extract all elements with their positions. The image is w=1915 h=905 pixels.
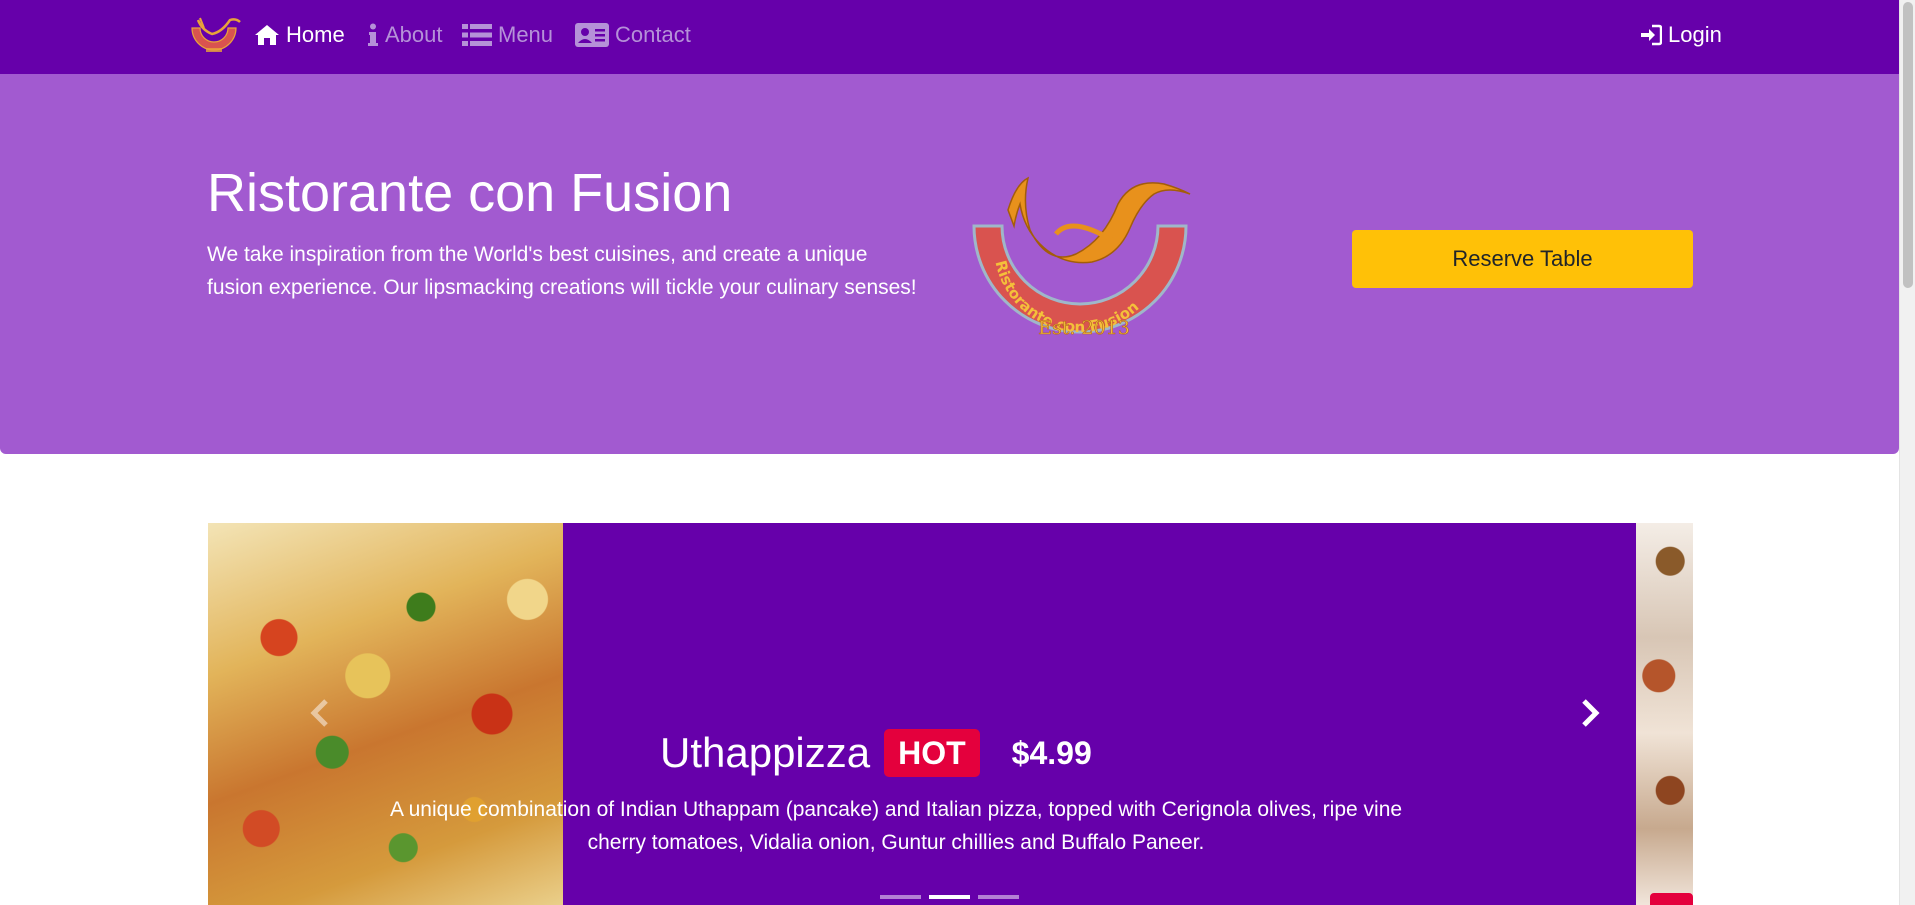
- nav-about-label: About: [385, 22, 443, 47]
- carousel-indicator-2[interactable]: [929, 895, 970, 899]
- carousel-indicator-3[interactable]: [978, 895, 1019, 899]
- page-title: Ristorante con Fusion: [207, 163, 733, 223]
- dish-title: Uthappizza: [660, 729, 871, 776]
- nav-contact-label: Contact: [615, 22, 691, 47]
- carousel-indicators: [880, 895, 1019, 899]
- restaurant-logo-large: Ristorante con Fusion Est. 2013: [972, 176, 1191, 339]
- caption-title-row: Uthappizza HOT $4.99: [660, 729, 1092, 777]
- list-icon: [462, 24, 492, 46]
- carousel-prev-button[interactable]: [300, 693, 340, 733]
- restaurant-logo[interactable]: [186, 14, 242, 56]
- nav-home-label: Home: [286, 22, 345, 47]
- login-label: Login: [1668, 22, 1722, 47]
- intro-text: We take inspiration from the World's bes…: [207, 243, 917, 299]
- scrollbar-thumb[interactable]: [1903, 2, 1913, 288]
- navbar: Home About Menu Contact Login: [0, 0, 1899, 74]
- nav-about[interactable]: About: [367, 20, 443, 50]
- info-icon: [368, 23, 378, 46]
- svg-text:Est. 2013: Est. 2013: [1038, 317, 1130, 339]
- carousel-caption: Uthappizza HOT $4.99 A unique combinatio…: [208, 523, 1693, 905]
- chevron-left-icon: [310, 699, 328, 727]
- nav-home[interactable]: Home: [254, 20, 345, 50]
- hot-badge: HOT: [884, 729, 980, 777]
- page-scrollbar[interactable]: [1899, 0, 1915, 905]
- dish-description: A unique combination of Indian Uthappam …: [389, 798, 1403, 854]
- home-icon: [255, 25, 279, 45]
- nav-menu[interactable]: Menu: [462, 20, 553, 50]
- nav-menu-label: Menu: [498, 22, 554, 47]
- chevron-right-icon: [1582, 699, 1600, 727]
- next-slide-badge: [1650, 893, 1693, 905]
- jumbotron: Ristorante con Fusion We take inspiratio…: [0, 74, 1899, 454]
- nav-contact[interactable]: Contact: [575, 20, 691, 50]
- carousel: Uthappizza HOT $4.99 A unique combinatio…: [208, 523, 1693, 905]
- login-button[interactable]: Login: [1640, 20, 1722, 50]
- carousel-indicator-1[interactable]: [880, 895, 921, 899]
- carousel-next-button[interactable]: [1570, 693, 1610, 733]
- dish-price: $4.99: [1011, 734, 1092, 771]
- reserve-table-button[interactable]: Reserve Table: [1352, 230, 1693, 288]
- address-card-icon: [575, 23, 609, 47]
- sign-in-icon: [1641, 24, 1662, 46]
